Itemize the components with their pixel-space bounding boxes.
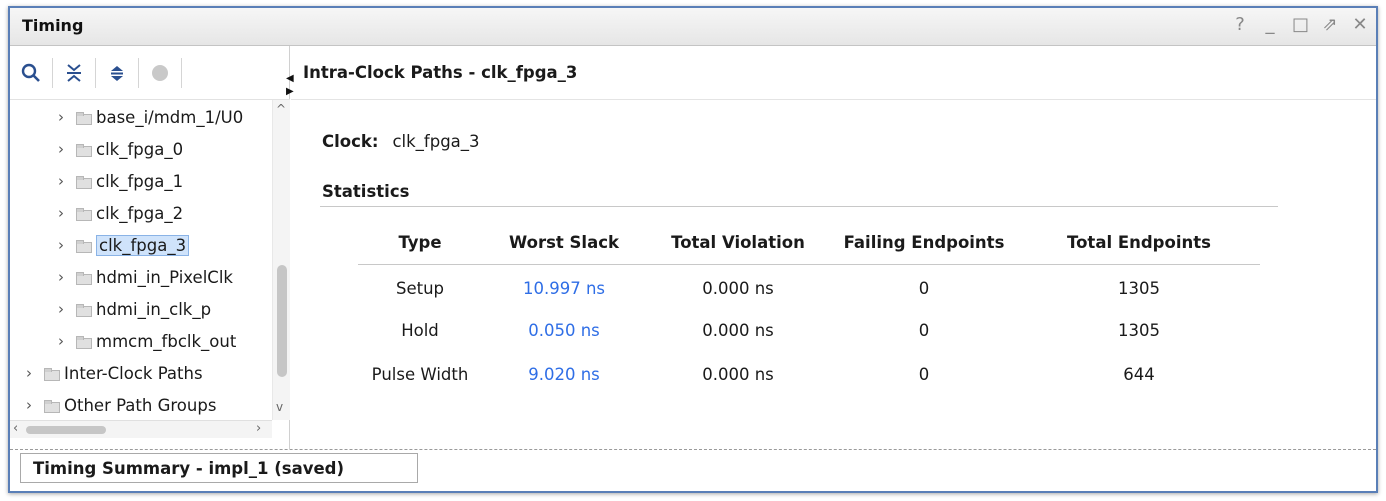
statistics-table: Type Worst Slack Total Violation Failing…: [358, 222, 1260, 396]
table-row: Pulse Width 9.020 ns 0.000 ns 0 644: [358, 352, 1260, 396]
close-icon[interactable]: ✕: [1352, 15, 1368, 35]
tree-item[interactable]: › mmcm_fbclk_out: [58, 326, 236, 356]
total-endpoints-cell: 1305: [1118, 278, 1160, 298]
minimize-icon[interactable]: _: [1262, 15, 1278, 35]
tree-item-label: Other Path Groups: [64, 395, 217, 415]
chevron-right-icon[interactable]: ›: [58, 108, 72, 126]
folder-icon: [76, 207, 92, 221]
tree-item-label: clk_fpga_2: [96, 203, 184, 223]
chevron-right-icon[interactable]: ›: [58, 236, 72, 254]
folder-icon: [76, 239, 92, 253]
tree-horizontal-scrollbar[interactable]: ‹ ›: [10, 420, 272, 438]
tree-item[interactable]: › Inter-Clock Paths: [26, 358, 203, 388]
chevron-right-icon[interactable]: ›: [58, 268, 72, 286]
tree-item-label: clk_fpga_0: [96, 139, 184, 159]
scroll-left-icon[interactable]: ‹: [13, 421, 18, 436]
timing-tree: › base_i/mdm_1/U0 › clk_fpga_0 › clk_fpg…: [10, 100, 272, 420]
scroll-down-icon[interactable]: v: [276, 400, 283, 414]
clock-label: Clock:: [322, 132, 379, 151]
folder-icon: [76, 143, 92, 157]
type-cell: Hold: [401, 320, 439, 340]
column-header: Worst Slack: [482, 222, 646, 265]
tree-item-label: Inter-Clock Paths: [64, 363, 203, 383]
tree-item-label: mmcm_fbclk_out: [96, 331, 237, 351]
failing-endpoints-cell: 0: [918, 278, 930, 298]
folder-icon: [76, 271, 92, 285]
scroll-up-icon[interactable]: ^: [276, 102, 286, 116]
column-header: Failing Endpoints: [830, 222, 1018, 265]
column-header: Total Endpoints: [1018, 222, 1260, 265]
scroll-right-icon[interactable]: ›: [256, 421, 261, 436]
tree-item[interactable]: › base_i/mdm_1/U0: [58, 102, 243, 132]
record-icon[interactable]: [139, 56, 181, 90]
chevron-right-icon[interactable]: ›: [26, 364, 40, 382]
tree-item-label: hdmi_in_clk_p: [96, 299, 212, 319]
statistics-title: Statistics: [322, 182, 410, 201]
failing-endpoints-cell: 0: [918, 364, 930, 384]
search-icon[interactable]: [10, 56, 52, 90]
tree-item[interactable]: › clk_fpga_2: [58, 198, 183, 228]
chevron-right-icon[interactable]: ›: [26, 396, 40, 414]
tree-toolbar: [10, 46, 290, 100]
total-violation-cell: 0.000 ns: [702, 364, 774, 384]
help-icon[interactable]: ?: [1232, 15, 1248, 35]
folder-icon: [76, 335, 92, 349]
tree-item-label: clk_fpga_1: [96, 171, 184, 191]
chevron-right-icon[interactable]: ›: [58, 332, 72, 350]
tree-item-label: clk_fpga_3: [96, 234, 190, 256]
expand-all-icon[interactable]: [96, 56, 138, 90]
maximize-icon[interactable]: □: [1292, 15, 1309, 35]
tree-vertical-scrollbar[interactable]: ^ v: [272, 100, 290, 420]
scroll-thumb[interactable]: [26, 426, 106, 434]
tree-item[interactable]: › hdmi_in_PixelClk: [58, 262, 233, 292]
window-controls: ? _ □ ⇗ ✕: [1232, 15, 1368, 35]
column-header: Type: [358, 222, 482, 265]
type-cell: Setup: [395, 278, 445, 298]
clock-line: Clock: clk_fpga_3: [322, 132, 480, 151]
worst-slack-link[interactable]: 9.020 ns: [482, 352, 646, 396]
folder-icon: [76, 175, 92, 189]
clock-value: clk_fpga_3: [392, 132, 480, 151]
float-icon[interactable]: ⇗: [1322, 15, 1338, 35]
worst-slack-link[interactable]: 0.050 ns: [482, 308, 646, 352]
tree-item[interactable]: › clk_fpga_0: [58, 134, 183, 164]
chevron-right-icon[interactable]: ›: [58, 300, 72, 318]
chevron-right-icon[interactable]: ›: [58, 172, 72, 190]
tree-panel: › base_i/mdm_1/U0 › clk_fpga_0 › clk_fpg…: [10, 46, 290, 449]
collapse-all-icon[interactable]: [53, 56, 95, 90]
type-cell: Pulse Width: [371, 364, 469, 384]
tree-item[interactable]: › clk_fpga_1: [58, 166, 183, 196]
worst-slack-link[interactable]: 10.997 ns: [482, 264, 646, 308]
table-header-row: Type Worst Slack Total Violation Failing…: [358, 222, 1260, 265]
table-row: Hold 0.050 ns 0.000 ns 0 1305: [358, 308, 1260, 352]
tree-item-label: base_i/mdm_1/U0: [96, 107, 244, 127]
tree-item-label: hdmi_in_PixelClk: [96, 267, 233, 287]
detail-panel: Intra-Clock Paths - clk_fpga_3 Clock: clk…: [291, 46, 1376, 449]
total-violation-cell: 0.000 ns: [702, 278, 774, 298]
tree-item[interactable]: › hdmi_in_clk_p: [58, 294, 211, 324]
folder-icon: [76, 303, 92, 317]
toolbar-separator: [181, 57, 182, 88]
tree-item-selected[interactable]: › clk_fpga_3: [58, 230, 190, 260]
chevron-right-icon[interactable]: ›: [58, 204, 72, 222]
timing-summary-tab[interactable]: Timing Summary - impl_1 (saved): [20, 453, 418, 483]
total-endpoints-cell: 644: [1123, 364, 1155, 384]
chevron-right-icon[interactable]: ›: [58, 140, 72, 158]
column-header: Total Violation: [646, 222, 830, 265]
window-title: Timing: [22, 16, 84, 35]
title-bar: Timing ? _ □ ⇗ ✕: [10, 8, 1376, 46]
statistics-divider: [320, 206, 1278, 207]
folder-icon: [44, 367, 60, 381]
total-endpoints-cell: 1305: [1118, 320, 1160, 340]
failing-endpoints-cell: 0: [918, 320, 930, 340]
scroll-thumb[interactable]: [277, 265, 287, 377]
detail-heading: Intra-Clock Paths - clk_fpga_3: [291, 46, 1376, 100]
table-row: Setup 10.997 ns 0.000 ns 0 1305: [358, 264, 1260, 308]
folder-icon: [76, 111, 92, 125]
tree-item[interactable]: › Other Path Groups: [26, 390, 216, 420]
total-violation-cell: 0.000 ns: [702, 320, 774, 340]
folder-icon: [44, 399, 60, 413]
timing-window: Timing ? _ □ ⇗ ✕ › base_i/mdm_1/U0 › clk…: [8, 6, 1378, 493]
bottom-divider: [10, 449, 1376, 450]
